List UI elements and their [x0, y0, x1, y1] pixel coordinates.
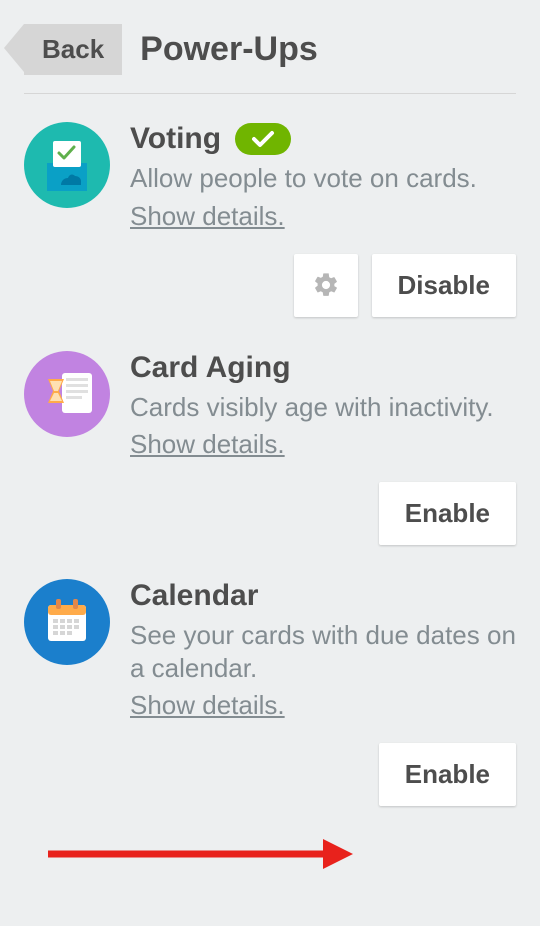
enabled-badge [235, 123, 291, 155]
enable-button[interactable]: Enable [379, 743, 516, 806]
gear-icon [312, 271, 340, 299]
powerup-description: Cards visibly age with inactivity. [130, 391, 516, 424]
powerup-description: Allow people to vote on cards. [130, 162, 516, 195]
page-title: Power-Ups [140, 30, 318, 69]
powerup-name: Card Aging [130, 351, 516, 385]
show-details-link[interactable]: Show details. [130, 201, 285, 232]
disable-button[interactable]: Disable [372, 254, 517, 317]
powerup-card-aging: Card Aging Cards visibly age with inacti… [24, 323, 516, 461]
card-aging-icon [24, 351, 110, 437]
powerup-name: Voting [130, 122, 221, 156]
voting-icon [24, 122, 110, 208]
back-button[interactable]: Back [24, 24, 122, 75]
enable-button[interactable]: Enable [379, 482, 516, 545]
calendar-icon [24, 579, 110, 665]
arrow-annotation-icon [48, 834, 353, 874]
show-details-link[interactable]: Show details. [130, 690, 285, 721]
powerup-description: See your cards with due dates on a calen… [130, 619, 516, 684]
header-bar: Back Power-Ups [24, 24, 516, 94]
powerup-voting-actions: Disable [24, 254, 516, 317]
powerup-voting: Voting Allow people to vote on cards. Sh… [24, 94, 516, 232]
powerup-card-aging-actions: Enable [24, 482, 516, 545]
powerup-calendar-actions: Enable [24, 743, 516, 806]
powerup-name: Calendar [130, 579, 516, 613]
powerup-calendar: Calendar See your cards with due dates o… [24, 551, 516, 721]
check-icon [251, 129, 275, 149]
settings-button[interactable] [294, 254, 358, 317]
show-details-link[interactable]: Show details. [130, 429, 285, 460]
